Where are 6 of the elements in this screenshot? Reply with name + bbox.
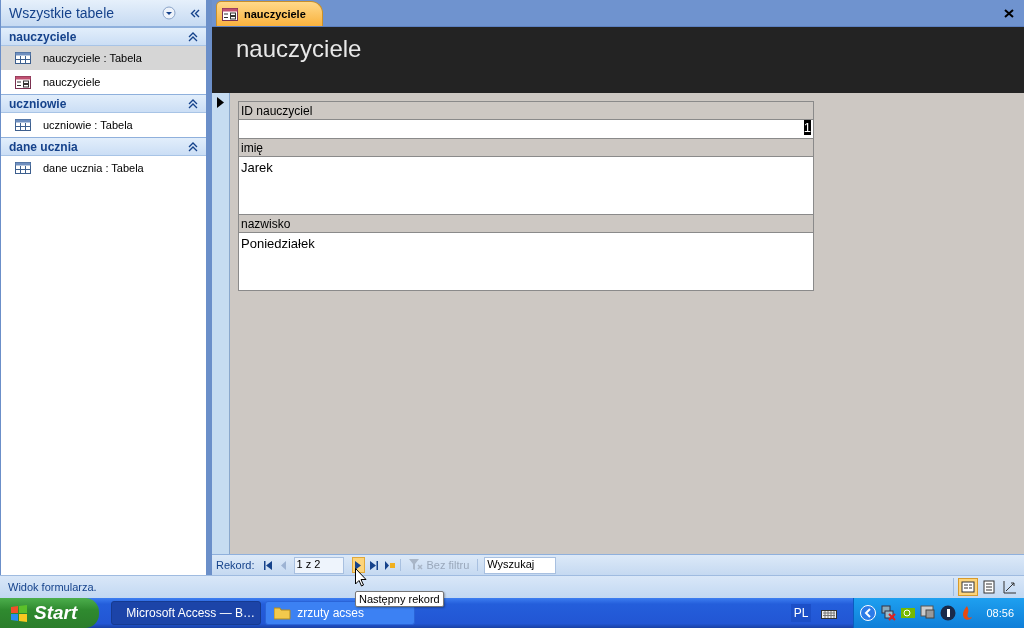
clock: 08:56 [986, 607, 1014, 619]
status-text: Widok formularza. [8, 581, 98, 593]
tooltip: Następny rekord [355, 591, 444, 607]
record-label: Rekord: [216, 559, 255, 572]
pane-title: Wszystkie tabele [9, 5, 116, 21]
form-title: nauczyciele [236, 35, 362, 63]
